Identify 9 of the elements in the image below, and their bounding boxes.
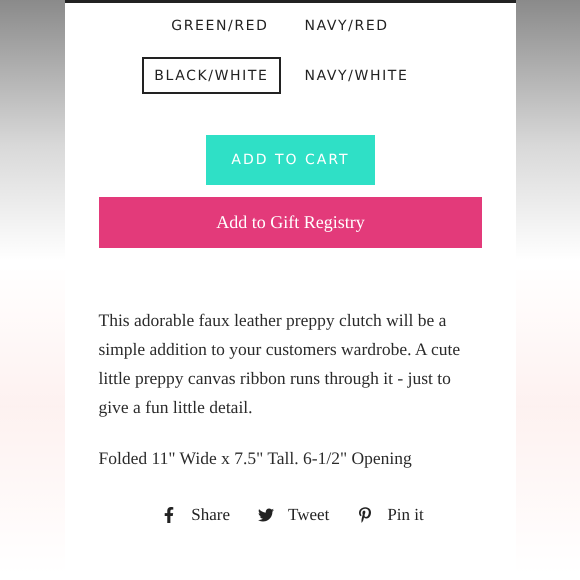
share-link[interactable]: Tweet [258, 505, 330, 525]
description-text: Folded 11" Wide x 7.5" Tall. 6-1/2" Opening [98, 447, 413, 470]
share-link[interactable]: Pin it [357, 505, 424, 525]
share-link[interactable]: Share [161, 505, 230, 525]
pinterest-icon [357, 507, 374, 523]
description-text: This adorable faux leather preppy clutch will be a simple addition to your customers wardrobe. A cute little preppy canvas ribbon runs through it - just to give a fun little detail. [98, 309, 462, 419]
gift-registry-button[interactable]: Add to Gift Registry [99, 197, 482, 248]
variant-option[interactable]: BLACK/WHITE [142, 57, 280, 94]
bird-icon [258, 507, 274, 523]
